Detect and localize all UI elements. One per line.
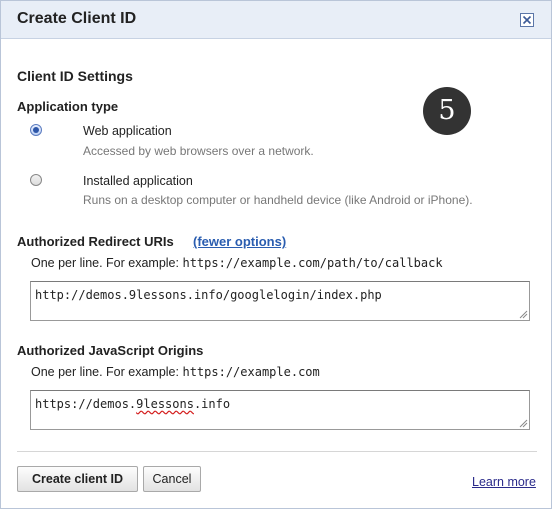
fewer-options-link[interactable]: (fewer options) [193, 234, 286, 249]
close-icon[interactable] [520, 13, 534, 27]
redirect-uris-hint: One per line. For example: https://examp… [31, 256, 443, 270]
js-origins-textarea[interactable]: https://demos.9lessons.info [30, 390, 530, 430]
js-origins-value-misspelled: 9lessons [136, 397, 194, 411]
dialog-title: Create Client ID [17, 10, 137, 27]
learn-more-link[interactable]: Learn more [472, 475, 536, 489]
radio-installed-application[interactable] [30, 174, 42, 186]
resize-grip-icon[interactable] [519, 419, 528, 428]
installed-application-description: Runs on a desktop computer or handheld d… [83, 193, 473, 207]
cancel-button[interactable]: Cancel [143, 466, 201, 492]
redirect-uris-label: Authorized Redirect URIs [17, 234, 174, 249]
radio-web-application[interactable] [30, 124, 42, 136]
web-application-description: Accessed by web browsers over a network. [83, 144, 314, 158]
js-origins-hint-prefix: One per line. For example: [31, 365, 179, 379]
settings-heading: Client ID Settings [17, 68, 133, 84]
redirect-uris-value: http://demos.9lessons.info/googlelogin/i… [35, 288, 382, 302]
js-origins-value-prefix: https://demos. [35, 397, 137, 411]
dialog-titlebar: Create Client ID [1, 1, 551, 39]
js-origins-hint-example: https://example.com [182, 365, 320, 379]
step-badge: 5 [423, 87, 471, 135]
footer-divider [17, 451, 537, 452]
create-client-id-button[interactable]: Create client ID [17, 466, 138, 492]
redirect-uris-textarea[interactable]: http://demos.9lessons.info/googlelogin/i… [30, 281, 530, 321]
application-type-label: Application type [17, 99, 119, 114]
create-client-id-dialog: Create Client ID Client ID Settings 5 Ap… [0, 0, 552, 509]
js-origins-hint: One per line. For example: https://examp… [31, 365, 320, 379]
resize-grip-icon[interactable] [519, 310, 528, 319]
redirect-hint-prefix: One per line. For example: [31, 256, 179, 270]
installed-application-label: Installed application [83, 174, 193, 188]
js-origins-value-suffix: .info [193, 397, 231, 411]
web-application-label: Web application [83, 124, 172, 138]
js-origins-label: Authorized JavaScript Origins [17, 343, 204, 358]
redirect-hint-example: https://example.com/path/to/callback [182, 256, 443, 270]
